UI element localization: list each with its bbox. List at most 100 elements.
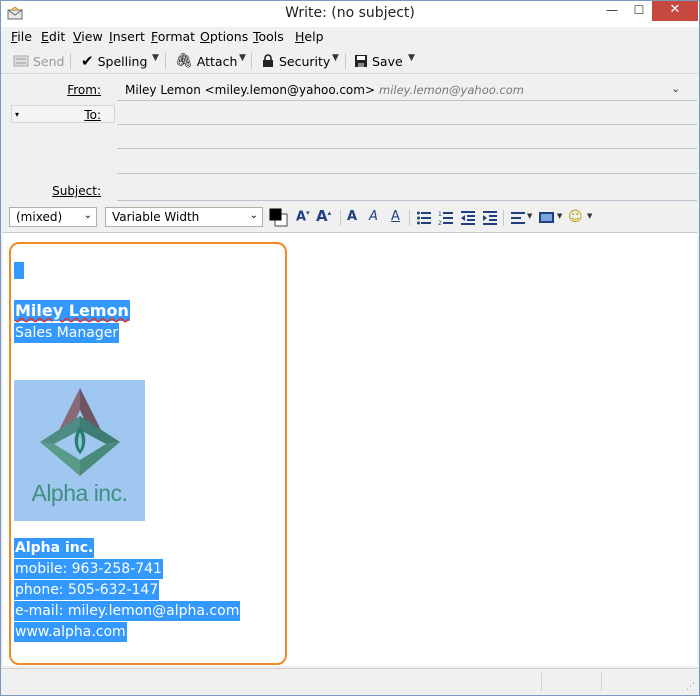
signature-website[interactable]: www.alpha.com: [14, 622, 127, 642]
menu-view[interactable]: View: [73, 29, 103, 44]
message-body-editor[interactable]: Miley Lemon Sales Manager Alpha inc. Alp…: [3, 232, 697, 666]
security-button[interactable]: Security: [261, 51, 330, 71]
paperclip-icon: 🖇: [175, 53, 193, 69]
italic-icon[interactable]: A: [369, 209, 378, 224]
to-field[interactable]: [117, 124, 697, 125]
signature-name-text: Miley Lemon: [15, 301, 129, 320]
recipient-type-chevron-down-icon[interactable]: ▾: [15, 110, 19, 119]
recipient-row-3[interactable]: [117, 173, 697, 174]
signature-name: Miley Lemon: [14, 300, 130, 321]
save-dropdown-chevron-down-icon[interactable]: ▼: [408, 53, 415, 63]
compose-window: Write: (no subject) — ☐ ✕ File Edit View…: [0, 0, 700, 696]
paragraph-style-select[interactable]: (mixed) ⌄: [9, 207, 97, 227]
svg-text:2: 2: [438, 220, 442, 226]
from-label-text: From:: [67, 83, 101, 97]
address-header: From: Miley Lemon <miley.lemon@yahoo.com…: [9, 78, 697, 204]
security-dropdown-chevron-down-icon[interactable]: ▼: [332, 53, 339, 63]
smiley-icon[interactable]: ☺: [568, 209, 583, 225]
signature-phone: phone: 505-632-147: [14, 580, 160, 600]
bold-icon[interactable]: A: [347, 209, 357, 224]
menu-help-label: elp: [304, 29, 324, 44]
indent-icon[interactable]: [482, 210, 498, 226]
minimize-button[interactable]: —: [598, 1, 626, 21]
spelling-button[interactable]: ✔ Spelling: [81, 51, 147, 71]
security-label: Security: [279, 53, 331, 69]
menu-view-label: iew: [81, 29, 103, 44]
from-chevron-down-icon[interactable]: ⌄: [671, 82, 680, 95]
maximize-button[interactable]: ☐: [625, 1, 653, 21]
increase-font-size-icon[interactable]: A▴: [316, 207, 331, 225]
menu-options-label: ptions: [209, 29, 249, 44]
status-cell: [601, 673, 661, 691]
from-divider: [117, 100, 697, 101]
main-toolbar: Send ✔ Spelling ▼ 🖇 Attach ▼ Security ▼ …: [1, 48, 699, 74]
decrease-font-size-icon[interactable]: A▾: [296, 209, 310, 224]
smiley-chevron-down-icon[interactable]: ▼: [587, 212, 592, 220]
from-select[interactable]: Miley Lemon <miley.lemon@yahoo.com> miley…: [125, 83, 524, 97]
menu-help-accel: H: [295, 29, 305, 44]
close-button[interactable]: ✕: [652, 1, 698, 21]
menu-format-label: ormat: [157, 29, 196, 44]
menu-tools[interactable]: Tools: [253, 29, 284, 44]
toolbar-divider: [70, 53, 71, 69]
send-label: Send: [33, 53, 65, 69]
font-chevron-down-icon: ⌄: [249, 210, 258, 221]
outdent-icon[interactable]: [460, 210, 476, 226]
menu-insert[interactable]: Insert: [109, 29, 145, 44]
menu-edit[interactable]: Edit: [41, 29, 65, 44]
window-title: Write: (no subject): [285, 5, 415, 21]
recipient-row-2[interactable]: [117, 148, 697, 149]
format-divider: [340, 210, 341, 226]
to-label-text: To:: [84, 108, 101, 122]
subject-field[interactable]: [117, 200, 697, 201]
from-identity-hint: miley.lemon@yahoo.com: [379, 83, 524, 97]
spelling-label: Spelling: [97, 53, 148, 69]
font-select[interactable]: Variable Width ⌄: [105, 207, 263, 227]
from-label: From:: [67, 83, 101, 97]
insert-chevron-down-icon[interactable]: ▼: [557, 212, 562, 220]
paragraph-style-chevron-down-icon: ⌄: [83, 210, 92, 221]
format-toolbar: (mixed) ⌄ Variable Width ⌄ A▾ A▴ A A A 1…: [1, 206, 699, 230]
signature-company: Alpha inc.: [14, 538, 95, 558]
menu-insert-label: nsert: [112, 29, 145, 44]
numbered-list-icon[interactable]: 1 2: [438, 210, 454, 226]
lock-icon: [263, 54, 273, 67]
align-icon[interactable]: [510, 210, 526, 226]
subject-label: Subject:: [52, 184, 101, 198]
send-icon: [13, 55, 29, 67]
menu-format[interactable]: Format: [151, 29, 195, 44]
menu-tools-label: ools: [258, 29, 284, 44]
title-bar[interactable]: Write: (no subject) — ☐ ✕: [1, 1, 699, 27]
menu-edit-accel: E: [41, 29, 49, 44]
menu-file[interactable]: File: [11, 29, 32, 44]
font-value: Variable Width: [112, 210, 200, 224]
menu-file-label: ile: [17, 29, 32, 44]
insert-image-icon[interactable]: [538, 210, 555, 225]
text-color-picker-icon[interactable]: [269, 208, 289, 228]
menu-edit-label: dit: [48, 29, 66, 44]
signature-job-title: Sales Manager: [14, 323, 120, 343]
status-bar: ⋰: [1, 668, 699, 695]
bullet-list-icon[interactable]: [416, 210, 432, 226]
attach-button[interactable]: 🖇 Attach: [175, 51, 237, 71]
alpha-logo-mark-icon: [40, 388, 120, 476]
format-divider: [503, 210, 504, 226]
menu-bar: File Edit View Insert Format Options Too…: [1, 27, 699, 47]
menu-format-accel: F: [151, 29, 158, 44]
menu-help[interactable]: Help: [295, 29, 324, 44]
checkmark-icon: ✔: [81, 52, 94, 70]
spelling-dropdown-chevron-down-icon[interactable]: ▼: [152, 53, 159, 63]
attach-dropdown-chevron-down-icon[interactable]: ▼: [239, 53, 246, 63]
signature-email[interactable]: e-mail: miley.lemon@alpha.com: [14, 601, 241, 621]
menu-options-accel: O: [200, 29, 210, 44]
toolbar-divider: [345, 53, 346, 69]
menu-options[interactable]: Options: [200, 29, 248, 44]
signature-mobile: mobile: 963-258-741: [14, 559, 163, 579]
resize-grip-icon[interactable]: ⋰: [686, 682, 695, 692]
align-chevron-down-icon[interactable]: ▼: [527, 212, 532, 220]
send-button[interactable]: Send: [13, 51, 64, 71]
save-button[interactable]: Save: [354, 51, 403, 71]
toolbar-divider: [251, 53, 252, 69]
underline-icon[interactable]: A: [391, 209, 400, 224]
subject-label-text: Subject:: [52, 184, 101, 198]
